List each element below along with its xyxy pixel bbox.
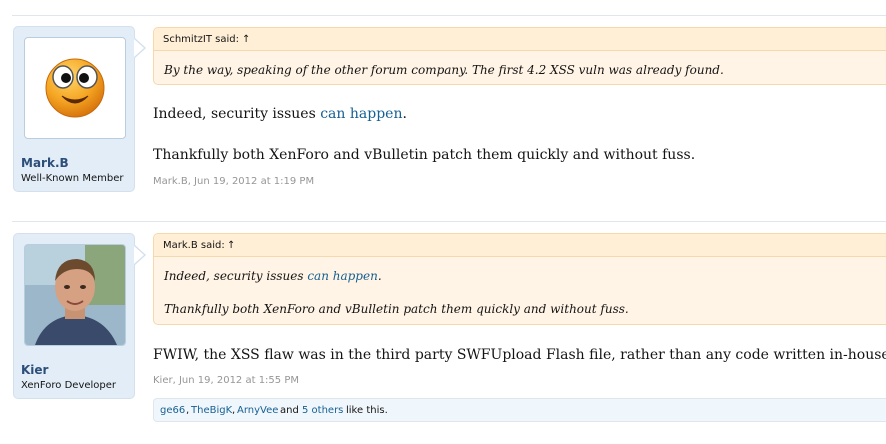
likes-others-link[interactable]: 5 others bbox=[302, 405, 343, 416]
message-user-info: Kier XenForo Developer bbox=[13, 233, 135, 399]
avatar[interactable] bbox=[24, 244, 126, 346]
quote-block: Mark.B said: ↑ Indeed, security issues c… bbox=[153, 233, 886, 325]
user-title: Well-Known Member bbox=[21, 173, 124, 184]
can-happen-link[interactable]: can happen bbox=[320, 106, 402, 122]
quote-text: Thankfully both XenForo and vBulletin pa… bbox=[164, 302, 629, 316]
message-text-part: Indeed, security issues bbox=[153, 106, 321, 122]
likes-and: and bbox=[280, 405, 299, 416]
quote-header: Mark.B said: ↑ bbox=[154, 234, 886, 257]
message-user-info: Mark.B Well-Known Member bbox=[13, 26, 135, 192]
quote-author[interactable]: Mark.B said: bbox=[163, 240, 225, 251]
user-photo-avatar-icon bbox=[25, 245, 125, 345]
username-link[interactable]: Mark.B bbox=[21, 156, 69, 170]
quote-text-part: . bbox=[377, 269, 382, 283]
like-user-link[interactable]: TheBigK bbox=[191, 405, 232, 416]
message-text: FWIW, the XSS flaw was in the third part… bbox=[153, 347, 886, 363]
likes-separator: , bbox=[232, 405, 236, 416]
quote-text: Indeed, security issues can happen. bbox=[164, 269, 382, 283]
quote-block: SchmitzIT said: ↑ By the way, speaking o… bbox=[153, 27, 886, 85]
avatar[interactable] bbox=[24, 37, 126, 139]
post-divider-top bbox=[12, 15, 886, 16]
likes-suffix: like this. bbox=[346, 405, 388, 416]
message-arrow bbox=[134, 38, 146, 58]
smiley-avatar-icon bbox=[45, 58, 105, 118]
message-text-part: . bbox=[402, 106, 407, 122]
like-user-link[interactable]: ge66 bbox=[160, 405, 185, 416]
message-text: Indeed, security issues can happen. bbox=[153, 106, 407, 122]
quote-header: SchmitzIT said: ↑ bbox=[154, 28, 886, 51]
message-meta[interactable]: Mark.B, Jun 19, 2012 at 1:19 PM bbox=[153, 176, 314, 187]
quote-author[interactable]: SchmitzIT said: bbox=[163, 34, 239, 45]
likes-summary: ge66 , TheBigK , ArnyVee and 5 others li… bbox=[153, 398, 886, 422]
quote-text-part: Indeed, security issues bbox=[164, 269, 308, 283]
message-meta[interactable]: Kier, Jun 19, 2012 at 1:55 PM bbox=[153, 375, 299, 386]
quote-jump-arrow-icon[interactable]: ↑ bbox=[242, 34, 250, 45]
quote-jump-arrow-icon[interactable]: ↑ bbox=[227, 240, 235, 251]
username-link[interactable]: Kier bbox=[21, 363, 48, 377]
quote-text: By the way, speaking of the other forum … bbox=[164, 63, 724, 77]
can-happen-link[interactable]: can happen bbox=[307, 269, 378, 283]
like-user-link[interactable]: ArnyVee bbox=[237, 405, 278, 416]
likes-separator: , bbox=[186, 405, 190, 416]
post-divider bbox=[12, 221, 886, 222]
message-text: Thankfully both XenForo and vBulletin pa… bbox=[153, 147, 696, 163]
user-title: XenForo Developer bbox=[21, 380, 117, 391]
message-arrow bbox=[134, 245, 146, 265]
